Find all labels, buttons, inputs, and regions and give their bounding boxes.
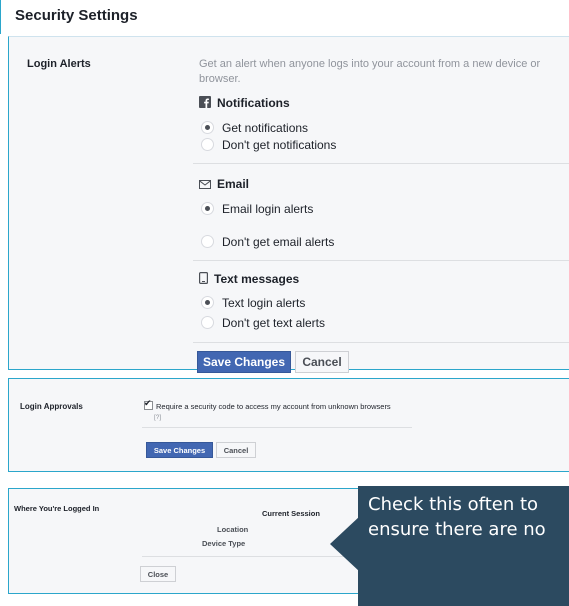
radio-get-notifications[interactable]: Get notifications: [201, 120, 308, 136]
location-label: Location: [217, 525, 249, 534]
text-messages-heading: Text messages: [199, 272, 299, 287]
callout-pointer: [330, 516, 360, 572]
envelope-icon: [199, 178, 211, 192]
save-changes-button[interactable]: Save Changes: [197, 351, 291, 373]
device-type-label: Device Type: [202, 539, 246, 548]
radio-label: Email login alerts: [222, 202, 314, 216]
radio-button[interactable]: [201, 296, 214, 309]
checkbox-label: Require a security code to access my acc…: [156, 402, 391, 411]
radio-label: Don't get notifications: [222, 138, 337, 152]
page-title: Security Settings: [15, 7, 138, 24]
radio-dont-get-notifications[interactable]: Don't get notifications: [201, 137, 336, 153]
divider: [193, 342, 569, 343]
phone-icon: [199, 272, 209, 287]
radio-label: Get notifications: [222, 121, 309, 135]
checkbox[interactable]: [144, 398, 153, 410]
cancel-button[interactable]: Cancel: [216, 442, 256, 458]
save-changes-button[interactable]: Save Changes: [146, 442, 213, 458]
require-security-code-checkbox[interactable]: Require a security code to access my acc…: [144, 398, 391, 411]
where-logged-in-label: Where You're Logged In: [14, 504, 100, 513]
login-approvals-label: Login Approvals: [20, 402, 83, 411]
radio-label: Don't get email alerts: [222, 235, 335, 249]
radio-label: Text login alerts: [222, 296, 306, 310]
email-heading-text: Email: [217, 177, 250, 191]
radio-button[interactable]: [201, 121, 214, 134]
facebook-icon: [199, 96, 211, 111]
radio-dont-get-text-alerts[interactable]: Don't get text alerts: [201, 315, 325, 331]
radio-text-login-alerts[interactable]: Text login alerts: [201, 295, 305, 311]
divider: [193, 260, 569, 261]
radio-email-login-alerts[interactable]: Email login alerts: [201, 201, 313, 217]
title-bar: Security Settings: [0, 0, 569, 34]
current-session-label: Current Session: [262, 509, 320, 518]
radio-button[interactable]: [201, 202, 214, 215]
login-alerts-panel: Security Settings Login Alerts Get an al…: [0, 0, 569, 373]
login-approvals-panel: Login Approvals Require a security code …: [8, 378, 569, 472]
text-messages-heading-text: Text messages: [214, 272, 300, 286]
cancel-button[interactable]: Cancel: [295, 351, 349, 373]
login-alerts-box: Login Alerts Get an alert when anyone lo…: [8, 36, 569, 373]
radio-label: Don't get text alerts: [222, 316, 326, 330]
email-heading: Email: [199, 177, 249, 192]
radio-button[interactable]: [201, 316, 214, 329]
radio-button[interactable]: [201, 235, 214, 248]
radio-button[interactable]: [201, 138, 214, 151]
callout-text: Check this often to ensure there are no: [368, 494, 546, 540]
login-alerts-description: Get an alert when anyone logs into your …: [199, 58, 541, 85]
help-link[interactable]: [?]: [154, 414, 161, 421]
notifications-heading-text: Notifications: [217, 96, 290, 110]
divider: [193, 163, 569, 164]
close-button[interactable]: Close: [140, 566, 176, 582]
divider: [142, 427, 412, 428]
login-alerts-label: Login Alerts: [27, 58, 91, 70]
notifications-heading: Notifications: [199, 96, 290, 111]
radio-dont-get-email-alerts[interactable]: Don't get email alerts: [201, 234, 334, 250]
